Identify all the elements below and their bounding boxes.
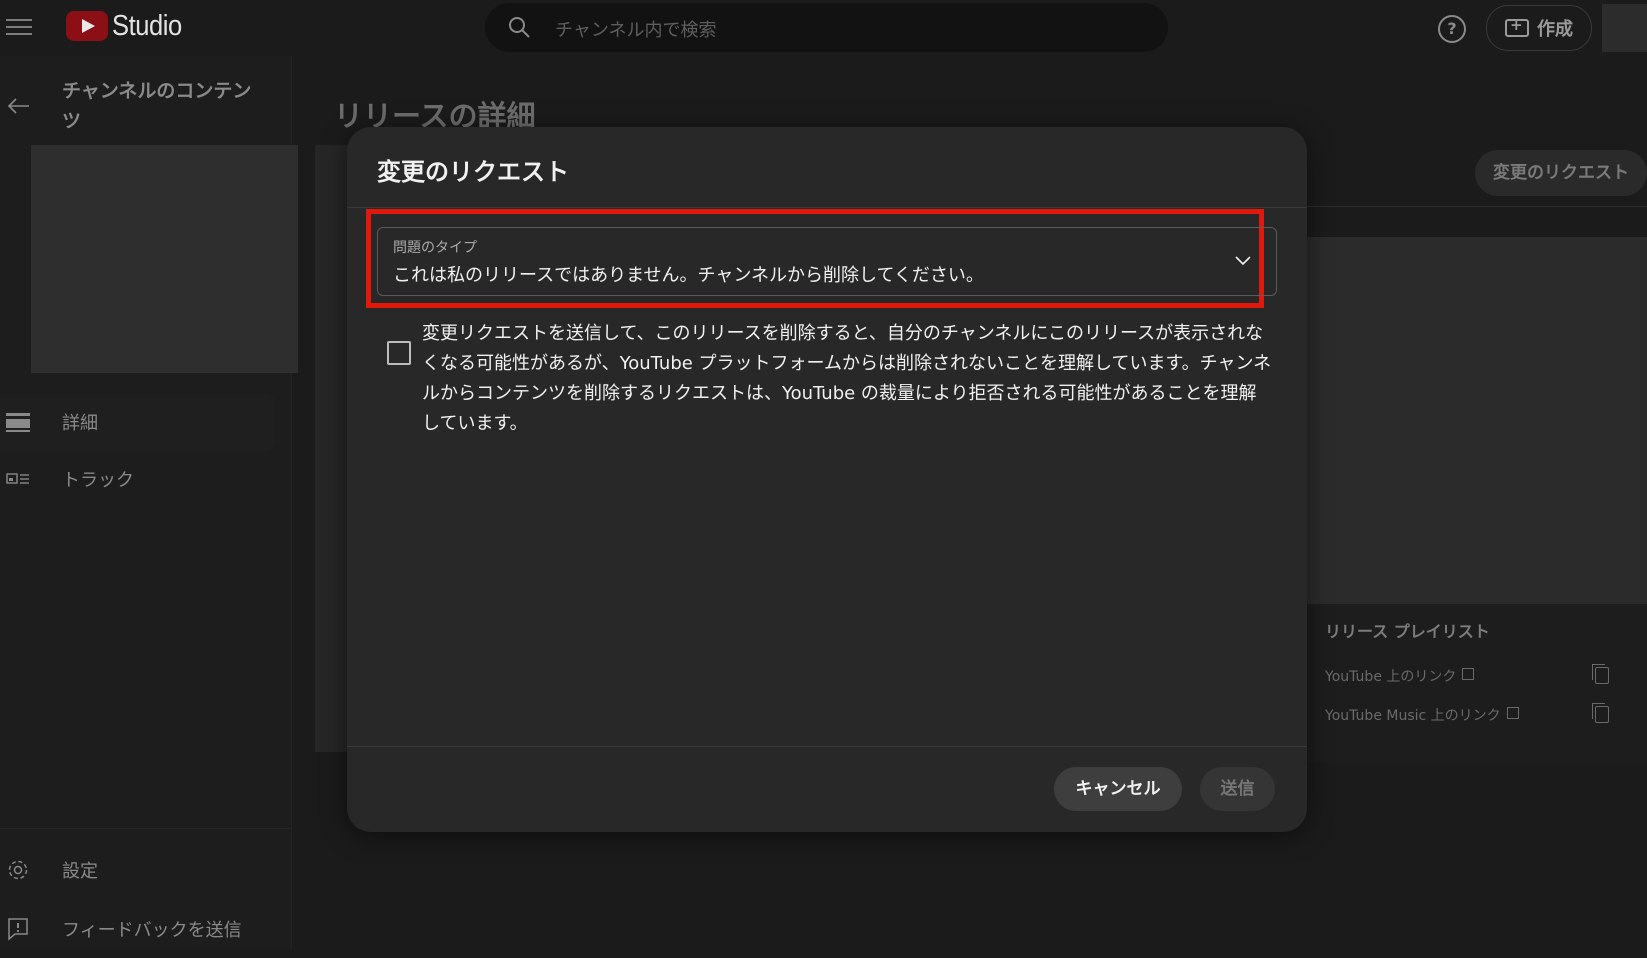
acknowledge-checkbox[interactable]: [387, 341, 411, 365]
divider: [1290, 206, 1647, 207]
sidebar-item-settings[interactable]: 設定: [0, 841, 291, 899]
copy-icon[interactable]: [1592, 703, 1609, 723]
youtube-music-link-label: YouTube Music 上のリンク: [1325, 708, 1501, 724]
sidebar-divider: [0, 828, 291, 829]
sidebar-item-label: フィードバックを送信: [62, 920, 242, 941]
create-video-icon: [1505, 16, 1529, 37]
copy-icon[interactable]: [1592, 664, 1609, 684]
search-input[interactable]: チャンネル内で検索: [485, 3, 1168, 52]
issue-type-dropdown[interactable]: 問題のタイプ これは私のリリースではありません。チャンネルから削除してください。: [377, 227, 1277, 296]
submit-button[interactable]: 送信: [1200, 767, 1275, 811]
sidebar-item-label: 詳細: [62, 413, 98, 434]
external-link-icon: [1506, 707, 1519, 719]
create-button[interactable]: 作成: [1486, 5, 1592, 51]
feedback-icon: [8, 918, 28, 941]
gear-icon: [8, 860, 28, 880]
sidebar-item-label: 設定: [62, 861, 98, 882]
chevron-down-icon: [1235, 256, 1251, 266]
logo-text: Studio: [112, 9, 182, 42]
cancel-button[interactable]: キャンセル: [1054, 767, 1182, 811]
youtube-play-icon: [66, 11, 108, 41]
search-placeholder: チャンネル内で検索: [555, 20, 717, 41]
create-label: 作成: [1537, 19, 1573, 40]
external-link-icon: [1462, 668, 1475, 680]
issue-type-value: これは私のリリースではありません。チャンネルから削除してください。: [393, 265, 984, 286]
divider: [347, 207, 1307, 208]
back-arrow-icon[interactable]: [6, 94, 30, 118]
menu-icon[interactable]: [6, 14, 32, 36]
acknowledgement-text: 変更リクエストを送信して、このリリースを削除すると、自分のチャンネルにこのリリー…: [422, 323, 1272, 434]
issue-type-label: 問題のタイプ: [393, 240, 477, 256]
details-icon: [6, 413, 30, 432]
sidebar-item-label: トラック: [62, 470, 134, 491]
youtube-link-label: YouTube 上のリンク: [1325, 669, 1457, 685]
tracks-icon: [6, 473, 29, 484]
sidebar: チャンネルのコンテンツ 詳細 トラック 設定 フィードバックを送信: [0, 56, 298, 950]
help-icon[interactable]: ?: [1438, 15, 1466, 43]
avatar[interactable]: [1602, 4, 1647, 52]
dialog-title: 変更のリクエスト: [377, 158, 569, 186]
youtube-link[interactable]: YouTube 上のリンク: [1325, 666, 1475, 686]
channel-content-link[interactable]: チャンネルのコンテンツ: [62, 76, 262, 136]
search-icon: [509, 17, 530, 38]
divider: [347, 746, 1307, 747]
playlist-title: リリース プレイリスト: [1325, 622, 1490, 641]
top-bar: Studio チャンネル内で検索 ? 作成: [0, 0, 1647, 56]
request-change-dialog: 変更のリクエスト 問題のタイプ これは私のリリースではありません。チャンネルから…: [347, 127, 1307, 832]
sidebar-item-feedback[interactable]: フィードバックを送信: [0, 900, 291, 958]
request-change-button[interactable]: 変更のリクエスト: [1475, 150, 1647, 196]
youtube-music-link[interactable]: YouTube Music 上のリンク: [1325, 705, 1519, 725]
sidebar-item-details[interactable]: 詳細: [0, 393, 275, 451]
release-thumbnail: [31, 145, 298, 373]
release-preview: [1305, 237, 1647, 604]
studio-logo[interactable]: Studio: [66, 10, 191, 42]
release-playlist-panel: リリース プレイリスト YouTube 上のリンク YouTube Music …: [1305, 604, 1647, 762]
